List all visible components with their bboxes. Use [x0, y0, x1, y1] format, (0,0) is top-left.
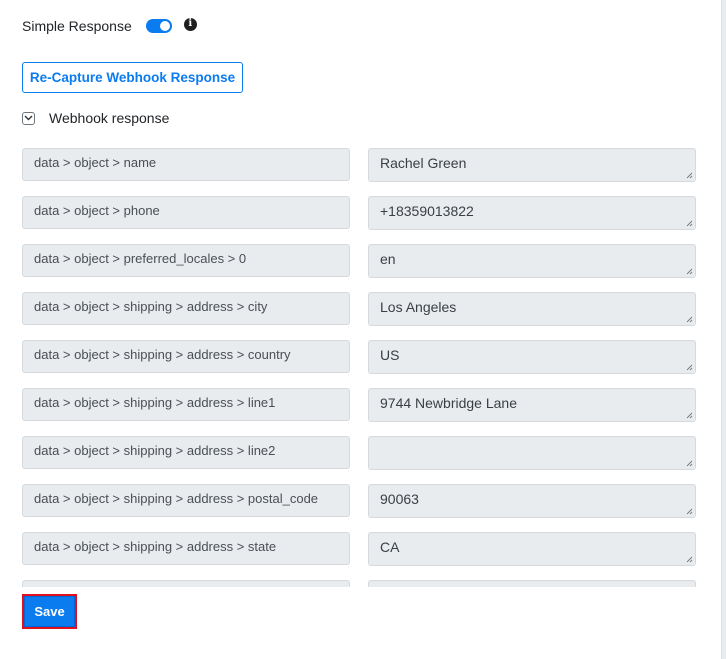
field-value-text: Rachel Green — [380, 155, 467, 171]
field-key: data > object > shipping > address > cou… — [22, 340, 350, 373]
field-value-textarea[interactable]: Rachel Green — [368, 148, 696, 182]
resize-grip-icon[interactable] — [686, 268, 693, 275]
resize-grip-icon[interactable] — [686, 220, 693, 227]
field-key: data > object > shipping > address > cit… — [22, 292, 350, 325]
field-key: data > object > shipping > address > lin… — [22, 388, 350, 421]
resize-grip-icon[interactable] — [686, 460, 693, 467]
field-value-textarea[interactable] — [368, 580, 696, 587]
field-value-textarea[interactable]: +18359013822 — [368, 196, 696, 230]
field-key: data > object > name — [22, 148, 350, 181]
field-value-textarea[interactable]: CA — [368, 532, 696, 566]
field-key: data > object > shipping > address > pos… — [22, 484, 350, 517]
field-value-text: en — [380, 251, 396, 267]
field-key: data > object > shipping > address > lin… — [22, 436, 350, 469]
resize-grip-icon[interactable] — [686, 316, 693, 323]
webhook-fields-list: data > object > name Rachel Green data > o… — [0, 0, 726, 587]
field-row: data > object > shipping > address > pos… — [22, 484, 696, 518]
field-key: data > object > phone — [22, 196, 350, 229]
field-value-textarea[interactable]: 9744 Newbridge Lane — [368, 388, 696, 422]
field-value-text: US — [380, 347, 400, 363]
field-row: data > object > phone +18359013822 — [22, 196, 696, 230]
field-key: data > object > preferred_locales > 0 — [22, 244, 350, 277]
field-row: data > object > shipping > address > cou… — [22, 340, 696, 374]
field-row: data > object > shipping > address > cit… — [22, 292, 696, 326]
field-row — [22, 580, 696, 587]
field-value-textarea[interactable]: en — [368, 244, 696, 278]
resize-grip-icon[interactable] — [686, 172, 693, 179]
field-row: data > object > preferred_locales > 0 en — [22, 244, 696, 278]
field-key — [22, 580, 350, 587]
resize-grip-icon[interactable] — [686, 412, 693, 419]
field-row: data > object > shipping > address > lin… — [22, 436, 696, 470]
field-value-text: 90063 — [380, 491, 419, 507]
field-value-text: 9744 Newbridge Lane — [380, 395, 517, 411]
field-value-text: Los Angeles — [380, 299, 457, 315]
field-value-textarea[interactable]: US — [368, 340, 696, 374]
field-row: data > object > shipping > address > lin… — [22, 388, 696, 422]
field-value-textarea[interactable]: 90063 — [368, 484, 696, 518]
save-button[interactable]: Save — [22, 594, 77, 629]
resize-grip-icon[interactable] — [686, 556, 693, 563]
field-value-text: CA — [380, 539, 400, 555]
resize-grip-icon[interactable] — [686, 364, 693, 371]
field-row: data > object > name Rachel Green — [22, 148, 696, 182]
field-value-textarea[interactable] — [368, 436, 696, 470]
field-key: data > object > shipping > address > sta… — [22, 532, 350, 565]
field-row: data > object > shipping > address > sta… — [22, 532, 696, 566]
field-value-textarea[interactable]: Los Angeles — [368, 292, 696, 326]
field-value-text: +18359013822 — [380, 203, 474, 219]
resize-grip-icon[interactable] — [686, 508, 693, 515]
